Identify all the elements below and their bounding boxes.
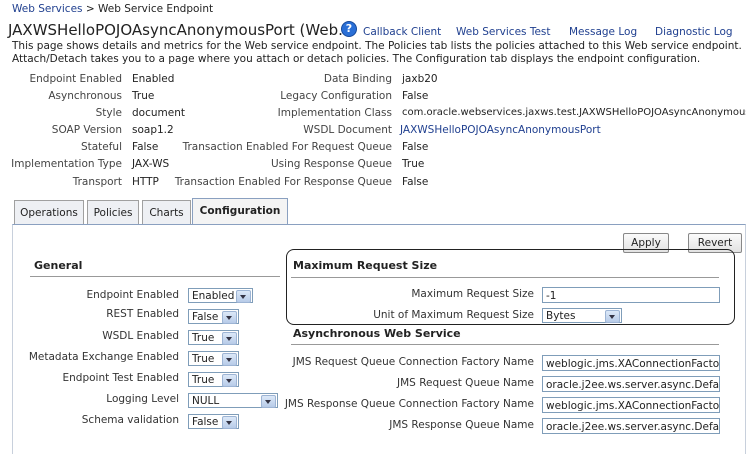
dropdown-arrow-icon bbox=[222, 416, 237, 429]
page-title: JAXWSHelloPOJOAsyncAnonymousPort (Web... bbox=[8, 21, 353, 39]
max-request-size-input[interactable]: -1 bbox=[542, 287, 720, 303]
general-divider bbox=[30, 276, 280, 277]
prop-label-txn-request-queue: Transaction Enabled For Request Queue bbox=[182, 141, 392, 153]
page-description: This page shows details and metrics for … bbox=[12, 40, 742, 65]
unit-max-request-size-select[interactable]: Bytes bbox=[542, 308, 622, 323]
prop-value-data-binding: jaxb20 bbox=[402, 73, 438, 85]
tab-operations[interactable]: Operations bbox=[14, 200, 84, 225]
prop-label-transport: Transport bbox=[72, 176, 122, 188]
async-divider bbox=[291, 344, 719, 345]
prop-value-txn-request-queue: False bbox=[402, 141, 429, 153]
prop-value-implementation-type: JAX-WS bbox=[132, 158, 170, 170]
field-label-rest-enabled: REST Enabled bbox=[106, 308, 179, 320]
tab-policies[interactable]: Policies bbox=[87, 200, 139, 225]
web-services-test-link[interactable]: Web Services Test bbox=[456, 26, 551, 38]
prop-value-legacy-configuration: False bbox=[402, 90, 429, 102]
diagnostic-log-link[interactable]: Diagnostic Log bbox=[655, 26, 733, 38]
jms-request-factory-input[interactable]: weblogic.jms.XAConnectionFactory bbox=[542, 355, 720, 371]
endpoint-test-enabled-select-value: True bbox=[192, 374, 215, 386]
breadcrumb: Web Services > Web Service Endpoint bbox=[12, 3, 213, 15]
general-heading: General bbox=[34, 259, 83, 272]
field-label-endpoint-enabled: Endpoint Enabled bbox=[86, 289, 179, 301]
metadata-exchange-enabled-select-value: True bbox=[192, 353, 215, 365]
endpoint-test-enabled-select[interactable]: True bbox=[188, 372, 239, 387]
logging-level-select-value: NULL bbox=[192, 395, 220, 407]
logging-level-select[interactable]: NULL bbox=[188, 393, 278, 408]
jms-response-queue-input[interactable]: oracle.j2ee.ws.server.async.Defau bbox=[542, 418, 720, 434]
field-label-endpoint-test-enabled: Endpoint Test Enabled bbox=[62, 372, 179, 384]
prop-value-implementation-class: com.oracle.webservices.jaxws.test.JAXWSH… bbox=[402, 107, 746, 118]
prop-label-stateful: Stateful bbox=[80, 141, 122, 153]
field-label-max-request-size: Maximum Request Size bbox=[411, 288, 534, 300]
field-label-logging-level: Logging Level bbox=[106, 393, 179, 405]
field-label-unit-max-request-size: Unit of Maximum Request Size bbox=[373, 309, 534, 321]
dropdown-arrow-icon bbox=[261, 395, 276, 408]
field-label-jms-response-factory: JMS Response Queue Connection Factory Na… bbox=[284, 398, 534, 410]
prop-label-endpoint-enabled: Endpoint Enabled bbox=[29, 73, 122, 85]
jms-request-queue-input[interactable]: oracle.j2ee.ws.server.async.Defau bbox=[542, 376, 720, 392]
prop-value-using-response-queue: True bbox=[402, 158, 425, 170]
prop-value-endpoint-enabled: Enabled bbox=[132, 73, 175, 85]
prop-label-using-response-queue: Using Response Queue bbox=[271, 158, 392, 170]
schema-validation-select[interactable]: False bbox=[188, 414, 239, 429]
field-label-schema-validation: Schema validation bbox=[81, 414, 179, 426]
prop-value-style: document bbox=[132, 107, 185, 119]
max-request-divider bbox=[291, 277, 719, 278]
field-label-jms-response-queue: JMS Response Queue Name bbox=[389, 419, 534, 431]
wsdl-document-link[interactable]: JAXWSHelloPOJOAsyncAnonymousPort bbox=[400, 124, 601, 136]
rest-enabled-select[interactable]: False bbox=[188, 309, 239, 324]
dropdown-arrow-icon bbox=[222, 311, 237, 324]
prop-label-data-binding: Data Binding bbox=[323, 73, 392, 85]
max-request-heading: Maximum Request Size bbox=[293, 259, 438, 272]
prop-label-wsdl-document: WSDL Document bbox=[303, 124, 392, 136]
prop-label-txn-response-queue: Transaction Enabled For Response Queue bbox=[174, 176, 392, 188]
prop-value-soap-version: soap1.2 bbox=[132, 124, 174, 136]
endpoint-enabled-select[interactable]: Enabled bbox=[188, 288, 253, 303]
wsdl-enabled-select[interactable]: True bbox=[188, 330, 239, 345]
prop-label-style: Style bbox=[95, 107, 122, 119]
field-label-jms-request-factory: JMS Request Queue Connection Factory Nam… bbox=[292, 356, 534, 368]
jms-response-factory-input[interactable]: weblogic.jms.XAConnectionFactory bbox=[542, 397, 720, 413]
tab-charts[interactable]: Charts bbox=[142, 200, 191, 225]
prop-label-implementation-type: Implementation Type bbox=[11, 158, 122, 170]
dropdown-arrow-icon bbox=[222, 332, 237, 345]
help-icon[interactable]: ? bbox=[341, 21, 357, 37]
schema-validation-select-value: False bbox=[192, 416, 219, 428]
field-label-wsdl-enabled: WSDL Enabled bbox=[102, 330, 179, 342]
prop-label-legacy-configuration: Legacy Configuration bbox=[280, 90, 392, 102]
dropdown-arrow-icon bbox=[605, 310, 620, 323]
dropdown-arrow-icon bbox=[236, 290, 251, 303]
prop-value-asynchronous: True bbox=[132, 90, 155, 102]
unit-max-request-size-select-value: Bytes bbox=[546, 310, 576, 322]
prop-value-txn-response-queue: False bbox=[402, 176, 429, 188]
wsdl-enabled-select-value: True bbox=[192, 332, 215, 344]
prop-value-transport: HTTP bbox=[132, 176, 159, 188]
message-log-link[interactable]: Message Log bbox=[569, 26, 637, 38]
callback-client-link[interactable]: Callback Client bbox=[363, 26, 441, 38]
dropdown-arrow-icon bbox=[222, 353, 237, 366]
metadata-exchange-enabled-select[interactable]: True bbox=[188, 351, 239, 366]
breadcrumb-current: Web Service Endpoint bbox=[98, 3, 214, 15]
rest-enabled-select-value: False bbox=[192, 311, 219, 323]
dropdown-arrow-icon bbox=[222, 374, 237, 387]
async-heading: Asynchronous Web Service bbox=[293, 327, 461, 340]
breadcrumb-web-services-link[interactable]: Web Services bbox=[12, 3, 83, 15]
prop-label-soap-version: SOAP Version bbox=[51, 124, 122, 136]
field-label-jms-request-queue: JMS Request Queue Name bbox=[397, 377, 534, 389]
endpoint-enabled-select-value: Enabled bbox=[192, 290, 235, 302]
prop-label-implementation-class: Implementation Class bbox=[277, 107, 392, 119]
tab-configuration[interactable]: Configuration bbox=[192, 198, 288, 226]
prop-label-asynchronous: Asynchronous bbox=[48, 90, 122, 102]
field-label-metadata-exchange-enabled: Metadata Exchange Enabled bbox=[28, 351, 179, 363]
breadcrumb-separator: > bbox=[85, 3, 95, 15]
prop-value-stateful: False bbox=[132, 141, 159, 153]
